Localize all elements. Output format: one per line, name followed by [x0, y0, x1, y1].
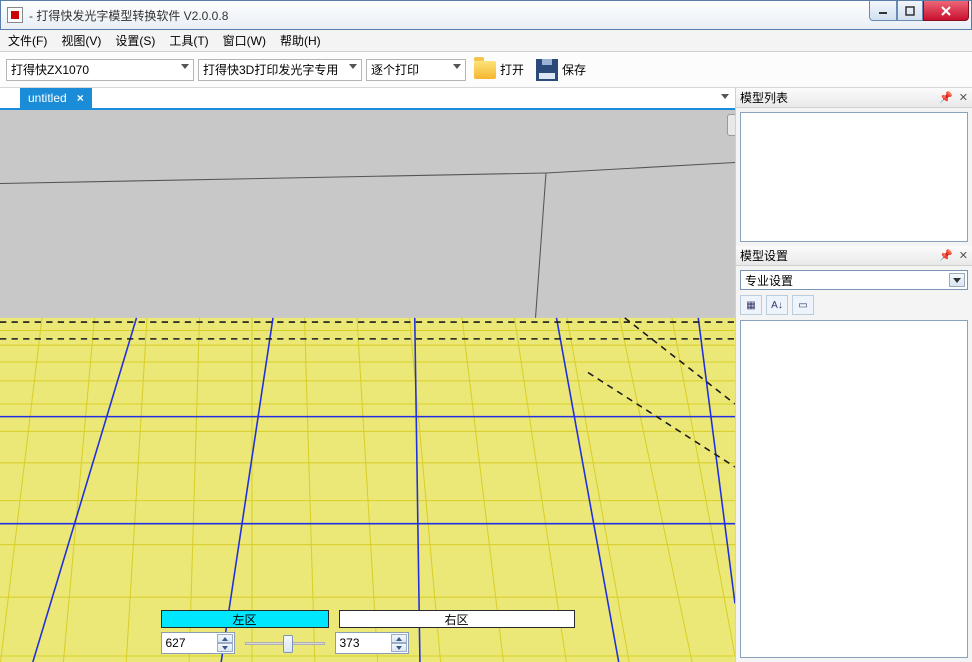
menu-file[interactable]: 文件(F)	[8, 32, 47, 49]
right-zone-label: 右区	[444, 611, 468, 628]
open-button[interactable]: 打开	[470, 59, 528, 81]
save-label: 保存	[562, 61, 586, 78]
window-controls	[869, 1, 969, 21]
model-list-panel: 模型列表 📌 ✕	[736, 88, 972, 246]
save-button[interactable]: 保存	[532, 57, 590, 83]
panel-close-icon[interactable]: ✕	[959, 91, 968, 104]
chevron-down-icon	[349, 64, 357, 69]
left-zone-button[interactable]: 左区	[161, 610, 329, 628]
chevron-down-icon	[949, 273, 965, 287]
printer-select-value: 打得快ZX1070	[11, 61, 89, 78]
left-zone-label: 左区	[232, 611, 256, 628]
print-mode-value: 逐个打印	[371, 61, 419, 78]
tab-label: untitled	[28, 91, 67, 105]
chevron-down-icon	[453, 64, 461, 69]
sort-az-icon[interactable]: A↓	[766, 295, 788, 315]
floppy-disk-icon	[536, 59, 558, 81]
menu-view[interactable]: 视图(V)	[61, 32, 101, 49]
property-toolbar: ▦ A↓ ▭	[740, 294, 968, 316]
document-tabstrip: untitled ×	[0, 88, 735, 110]
property-grid[interactable]	[740, 320, 968, 658]
model-settings-panel: 模型设置 📌 ✕ 专业设置 ▦ A↓ ▭	[736, 246, 972, 662]
profile-select-value: 打得快3D打印发光字专用	[203, 61, 338, 78]
left-zone-value-input[interactable]: 627	[161, 632, 235, 654]
panel-close-icon[interactable]: ✕	[959, 249, 968, 262]
tab-untitled[interactable]: untitled ×	[20, 88, 92, 108]
menu-help[interactable]: 帮助(H)	[280, 32, 321, 49]
maximize-button[interactable]	[897, 1, 923, 21]
left-zone-value: 627	[166, 636, 186, 650]
minimize-button[interactable]	[869, 1, 897, 21]
right-zone-value: 373	[340, 636, 360, 650]
settings-mode-value: 专业设置	[745, 272, 793, 289]
zone-split-slider[interactable]	[245, 632, 325, 654]
viewport-vertical-slider-thumb[interactable]	[727, 114, 735, 136]
model-list-body[interactable]	[740, 112, 968, 242]
3d-viewport[interactable]: 左区 右区 627 373	[0, 110, 735, 662]
app-icon	[7, 7, 23, 23]
open-label: 打开	[500, 61, 524, 78]
right-zone-value-input[interactable]: 373	[335, 632, 409, 654]
settings-mode-select[interactable]: 专业设置	[740, 270, 968, 290]
menu-bar: 文件(F) 视图(V) 设置(S) 工具(T) 窗口(W) 帮助(H)	[0, 30, 972, 52]
tab-close-icon[interactable]: ×	[77, 91, 84, 105]
model-list-title: 模型列表	[740, 89, 788, 106]
menu-tools[interactable]: 工具(T)	[169, 32, 208, 49]
menu-window[interactable]: 窗口(W)	[223, 32, 266, 49]
right-sidebar: 模型列表 📌 ✕ 模型设置 📌 ✕ 专业设置 ▦ A↓ ▭	[736, 88, 972, 662]
model-settings-title: 模型设置	[740, 247, 788, 264]
spin-down-icon[interactable]	[391, 643, 407, 652]
main-area: untitled ×	[0, 88, 736, 662]
spin-up-icon[interactable]	[391, 634, 407, 643]
toolbar: 打得快ZX1070 打得快3D打印发光字专用 逐个打印 打开 保存	[0, 52, 972, 88]
printer-select[interactable]: 打得快ZX1070	[6, 59, 194, 81]
categorize-icon[interactable]: ▦	[740, 295, 762, 315]
chevron-down-icon	[181, 64, 189, 69]
pin-icon[interactable]: 📌	[939, 249, 953, 262]
viewport-scene	[0, 110, 735, 662]
print-mode-select[interactable]: 逐个打印	[366, 59, 466, 81]
pin-icon[interactable]: 📌	[939, 91, 953, 104]
zone-controls: 左区 右区 627 373	[161, 610, 575, 654]
spin-down-icon[interactable]	[217, 643, 233, 652]
folder-icon	[474, 61, 496, 79]
slider-thumb[interactable]	[283, 635, 293, 653]
window-title: - 打得快发光字模型转换软件 V2.0.0.8	[29, 7, 869, 24]
window-titlebar: - 打得快发光字模型转换软件 V2.0.0.8	[0, 0, 972, 30]
tab-overflow-icon[interactable]	[721, 94, 729, 99]
property-pages-icon[interactable]: ▭	[792, 295, 814, 315]
close-button[interactable]	[923, 1, 969, 21]
menu-settings[interactable]: 设置(S)	[115, 32, 155, 49]
profile-select[interactable]: 打得快3D打印发光字专用	[198, 59, 362, 81]
spin-up-icon[interactable]	[217, 634, 233, 643]
right-zone-button[interactable]: 右区	[339, 610, 575, 628]
